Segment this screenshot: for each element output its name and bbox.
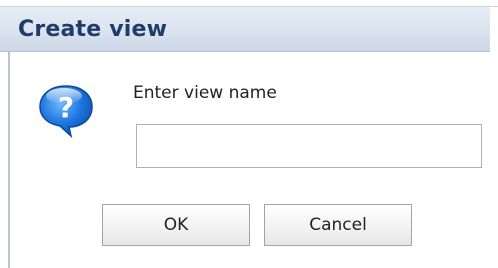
svg-text:?: ? xyxy=(58,91,74,124)
dialog-title: Create view xyxy=(18,17,168,42)
ok-button[interactable]: OK xyxy=(102,204,250,246)
cancel-button[interactable]: Cancel xyxy=(264,204,412,246)
ok-button-label: OK xyxy=(163,215,189,235)
help-question-icon: ? xyxy=(36,80,96,140)
dialog-title-bar[interactable]: Create view xyxy=(0,6,490,52)
cancel-button-label: Cancel xyxy=(309,215,367,235)
view-name-input[interactable] xyxy=(136,124,482,168)
enter-view-name-label: Enter view name xyxy=(133,83,277,103)
